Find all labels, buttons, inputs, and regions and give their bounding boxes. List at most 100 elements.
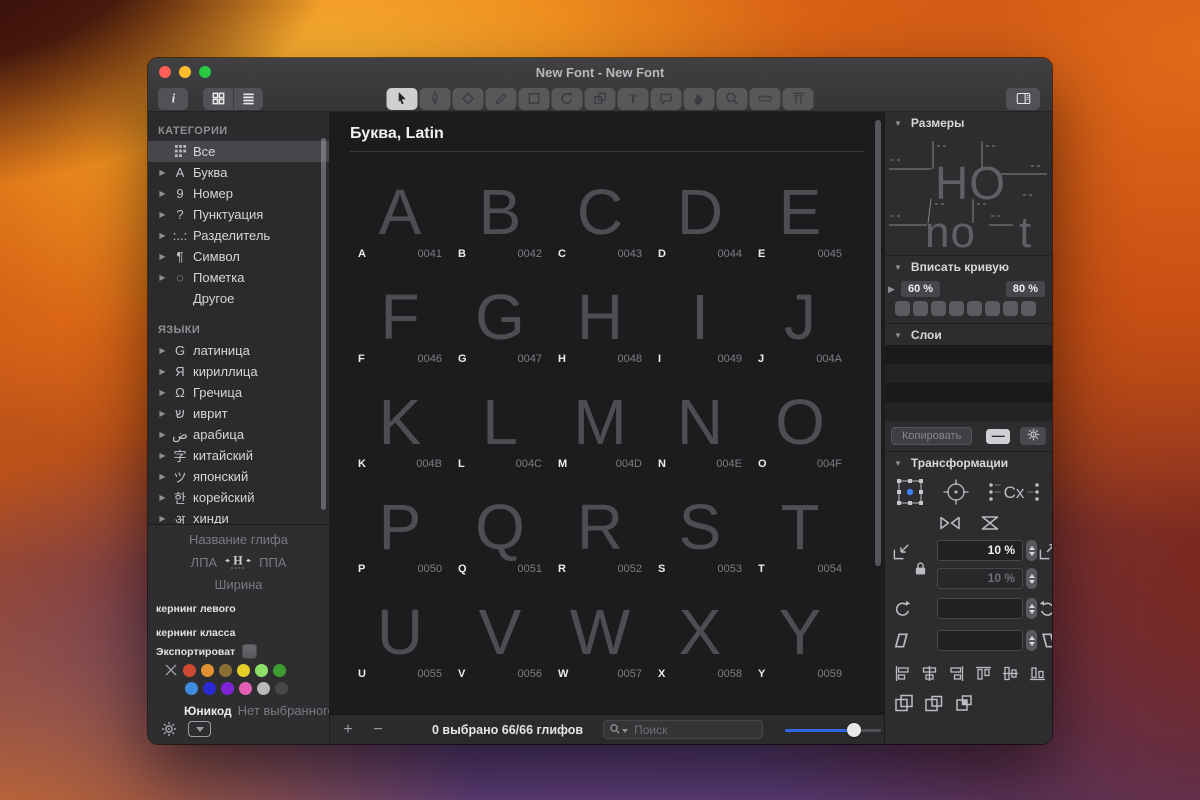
- export-checkbox[interactable]: [242, 644, 257, 659]
- fit-curve-preset-button[interactable]: [1003, 301, 1018, 316]
- fit-curve-preset-button[interactable]: [913, 301, 928, 316]
- disclosure-right-icon[interactable]: ▶: [156, 231, 169, 240]
- color-swatch[interactable]: [201, 664, 214, 677]
- add-glyph-button[interactable]: +: [340, 721, 356, 739]
- fit-curve-min-field[interactable]: 60 %: [901, 281, 940, 297]
- align-vcenter-icon[interactable]: [1002, 665, 1019, 685]
- origin-selector-icon[interactable]: [895, 477, 925, 507]
- glyph-cell[interactable]: ZZ005A: [350, 683, 450, 714]
- disclosure-right-icon[interactable]: ▶: [156, 189, 169, 198]
- color-swatch[interactable]: [183, 664, 196, 677]
- disclosure-right-icon[interactable]: ▶: [156, 514, 169, 523]
- tool-hand-button[interactable]: [684, 88, 715, 110]
- tool-rotate-button[interactable]: [552, 88, 583, 110]
- sidebar-item-nomer[interactable]: ▶9Номер: [148, 183, 329, 204]
- glyph-cell[interactable]: NN004E: [650, 368, 750, 473]
- sidebar-item-cyrillic[interactable]: ▶Якириллица: [148, 361, 329, 382]
- glyph-cell[interactable]: FF0046: [350, 263, 450, 368]
- sidebar-scrollbar[interactable]: [321, 138, 326, 510]
- scale-x-field[interactable]: 10 %: [937, 540, 1023, 561]
- lsb-field[interactable]: ЛПА: [191, 555, 218, 570]
- tool-text-button[interactable]: T: [618, 88, 649, 110]
- layer-row[interactable]: [885, 383, 1052, 402]
- skew-field[interactable]: [937, 630, 1023, 651]
- target-icon[interactable]: [941, 477, 971, 507]
- list-view-button[interactable]: [233, 88, 263, 110]
- gear-icon[interactable]: [161, 721, 177, 737]
- align-hcenter-icon[interactable]: [921, 665, 938, 685]
- glyph-cell[interactable]: RR0052: [550, 473, 650, 578]
- disclosure-right-icon[interactable]: ▶: [156, 252, 169, 261]
- skew-right-icon[interactable]: [1038, 631, 1052, 653]
- sidebar-item-punktuaciya[interactable]: ▶?Пунктуация: [148, 204, 329, 225]
- sidebar-item-hindi[interactable]: ▶अхинди: [148, 508, 329, 524]
- glyph-cell[interactable]: OO004F: [750, 368, 850, 473]
- sidebar-item-greek[interactable]: ▶ΩГречица: [148, 382, 329, 403]
- no-color-icon[interactable]: [164, 663, 178, 677]
- tool-comment-button[interactable]: [651, 88, 682, 110]
- layer-row[interactable]: [885, 364, 1052, 383]
- grid-view-button[interactable]: [203, 88, 233, 110]
- dropdown-button[interactable]: [188, 721, 211, 737]
- align-left-icon[interactable]: [894, 665, 911, 685]
- glyph-cell[interactable]: GG0047: [450, 263, 550, 368]
- disclosure-right-icon[interactable]: ▶: [156, 273, 169, 282]
- sidebar-item-japanese[interactable]: ▶ツяпонский: [148, 466, 329, 487]
- disclosure-right-icon[interactable]: ▶: [156, 472, 169, 481]
- fit-curve-header[interactable]: ▼ Вписать кривую: [885, 255, 1052, 277]
- scale-up-icon[interactable]: [1038, 542, 1052, 564]
- scale-y-field[interactable]: 10 %: [937, 568, 1023, 589]
- flip-vertical-icon[interactable]: [979, 514, 1001, 535]
- glyph-cell[interactable]: MM004D: [550, 368, 650, 473]
- tool-select-button[interactable]: [387, 88, 418, 110]
- color-swatch[interactable]: [219, 664, 232, 677]
- glyph-cell[interactable]: TT0054: [750, 473, 850, 578]
- zoom-button[interactable]: [199, 66, 211, 78]
- color-swatch[interactable]: [203, 682, 216, 695]
- glyph-cell[interactable]: VV0056: [450, 578, 550, 683]
- sidebar-item-hebrew[interactable]: ▶שиврит: [148, 403, 329, 424]
- layer-row[interactable]: [885, 345, 1052, 364]
- layer-settings-button[interactable]: [1020, 427, 1046, 445]
- dimensions-header[interactable]: ▼ Размеры: [885, 112, 1052, 133]
- disclosure-right-icon[interactable]: ▶: [156, 388, 169, 397]
- width-field[interactable]: Ширина: [148, 577, 329, 592]
- glyph-cell[interactable]: WW0057: [550, 578, 650, 683]
- sidebar-item-latin[interactable]: ▶Gлатиница: [148, 340, 329, 361]
- sidebar-item-razdelitel[interactable]: ▶:..:Разделитель: [148, 225, 329, 246]
- glyph-cell[interactable]: XX0058: [650, 578, 750, 683]
- sidebar-item-korean[interactable]: ▶한корейский: [148, 487, 329, 508]
- fit-curve-preset-button[interactable]: [931, 301, 946, 316]
- fit-curve-preset-button[interactable]: [985, 301, 1000, 316]
- fit-curve-disclosure-icon[interactable]: ▶: [888, 284, 901, 295]
- glyph-cell[interactable]: DD0044: [650, 158, 750, 263]
- skew-left-icon[interactable]: [893, 631, 912, 653]
- disclosure-right-icon[interactable]: ▶: [156, 493, 169, 502]
- glyph-cell[interactable]: EE0045: [750, 158, 850, 263]
- subtract-icon[interactable]: [924, 693, 944, 716]
- info-button[interactable]: i: [158, 88, 188, 110]
- glyph-cell[interactable]: HH0048: [550, 263, 650, 368]
- glyph-cell[interactable]: KK004B: [350, 368, 450, 473]
- sidebar-item-chinese[interactable]: ▶字китайский: [148, 445, 329, 466]
- disclosure-right-icon[interactable]: ▶: [156, 168, 169, 177]
- fit-curve-max-field[interactable]: 80 %: [1006, 281, 1045, 297]
- fit-curve-preset-button[interactable]: [967, 301, 982, 316]
- scale-x-stepper[interactable]: [1026, 540, 1037, 561]
- rsb-field[interactable]: ППА: [259, 555, 286, 570]
- sidebar-item-pometka[interactable]: ▶◌Пометка: [148, 267, 329, 288]
- tool-pen-button[interactable]: [420, 88, 451, 110]
- glyph-cell[interactable]: II0049: [650, 263, 750, 368]
- lock-icon[interactable]: [914, 561, 927, 579]
- color-swatch[interactable]: [275, 682, 288, 695]
- scale-y-stepper[interactable]: [1026, 568, 1037, 589]
- remove-layer-button[interactable]: —: [986, 429, 1010, 444]
- close-button[interactable]: [159, 66, 171, 78]
- disclosure-right-icon[interactable]: ▶: [156, 409, 169, 418]
- color-swatch[interactable]: [237, 664, 250, 677]
- glyph-cell[interactable]: BB0042: [450, 158, 550, 263]
- color-swatch[interactable]: [239, 682, 252, 695]
- tool-pencil-button[interactable]: [486, 88, 517, 110]
- align-right-icon[interactable]: [948, 665, 965, 685]
- flip-horizontal-icon[interactable]: [937, 514, 963, 535]
